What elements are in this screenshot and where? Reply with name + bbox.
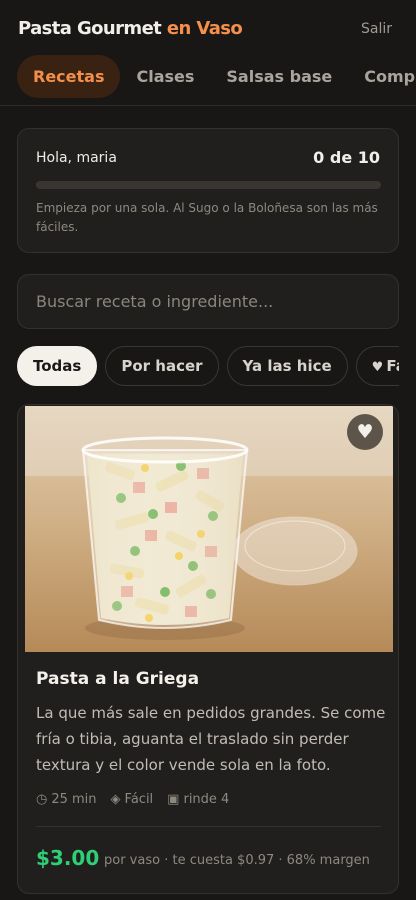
greeting-text: Hola, maria	[36, 150, 117, 166]
main-tabs: Recetas Clases Salsas base Compra	[17, 55, 416, 98]
recipe-time: ◷ 25 min	[36, 792, 97, 807]
tab-salsas-base[interactable]: Salsas base	[210, 55, 348, 98]
filter-todas[interactable]: Todas	[17, 346, 98, 386]
recipe-yield-value: rinde 4	[183, 792, 230, 807]
recipe-meta: ◷ 25 min ◈ Fácil ▣ rinde 4	[36, 792, 229, 807]
clock-icon: ◷	[36, 792, 48, 807]
filter-ya-las-hice[interactable]: Ya las hice	[226, 346, 348, 386]
brand-main: Pasta Gourmet	[18, 18, 162, 39]
app-header: Pasta Gourmet en Vaso Salir Recetas Clas…	[0, 0, 416, 106]
recipe-difficulty: ◈ Fácil	[111, 792, 154, 807]
recipe-price: $3.00	[36, 846, 100, 870]
recipe-photo: ♥	[25, 406, 393, 652]
tab-clases[interactable]: Clases	[120, 55, 210, 98]
cup-icon: ▣	[167, 792, 180, 807]
tab-recetas[interactable]: Recetas	[17, 55, 121, 98]
heart-icon: ♥	[371, 360, 384, 375]
recipe-price-note: por vaso · te cuesta $0.97 · 68% margen	[104, 853, 370, 868]
filter-favoritas[interactable]: ♥Favoritas	[355, 346, 399, 386]
diamond-icon: ◈	[110, 792, 121, 807]
search-input[interactable]	[17, 274, 399, 329]
recipe-yield: ▣ rinde 4	[167, 792, 229, 807]
filter-favoritas-label: Favoritas	[386, 357, 399, 375]
progress-bar	[36, 181, 381, 189]
logout-button[interactable]: Salir	[361, 21, 392, 37]
brand-accent: en Vaso	[166, 18, 243, 39]
progress-hint: Empieza por una sola. Al Sugo o la Boloñ…	[36, 201, 378, 234]
recipe-card[interactable]: ♥ Pasta a la Griega La que más sale en p…	[17, 404, 399, 894]
filter-por-hacer[interactable]: Por hacer	[105, 346, 219, 386]
recipe-title: Pasta a la Griega	[36, 669, 200, 689]
recipe-description: La que más sale en pedidos grandes. Se c…	[36, 704, 386, 774]
filter-chips: Todas Por hacer Ya las hice ♥Favoritas	[17, 346, 399, 388]
app-title: Pasta Gourmet en Vaso	[18, 18, 243, 39]
progress-count: 0 de 10	[313, 148, 380, 167]
recipe-difficulty-value: Fácil	[124, 792, 154, 807]
pasta-cup-photo-icon	[25, 406, 393, 652]
recipe-time-value: 25 min	[51, 792, 97, 807]
tab-compra[interactable]: Compra	[348, 55, 416, 98]
card-divider	[36, 826, 381, 827]
favorite-heart-icon[interactable]: ♥	[347, 414, 383, 450]
progress-card: Hola, maria 0 de 10 Empieza por una sola…	[17, 128, 399, 253]
